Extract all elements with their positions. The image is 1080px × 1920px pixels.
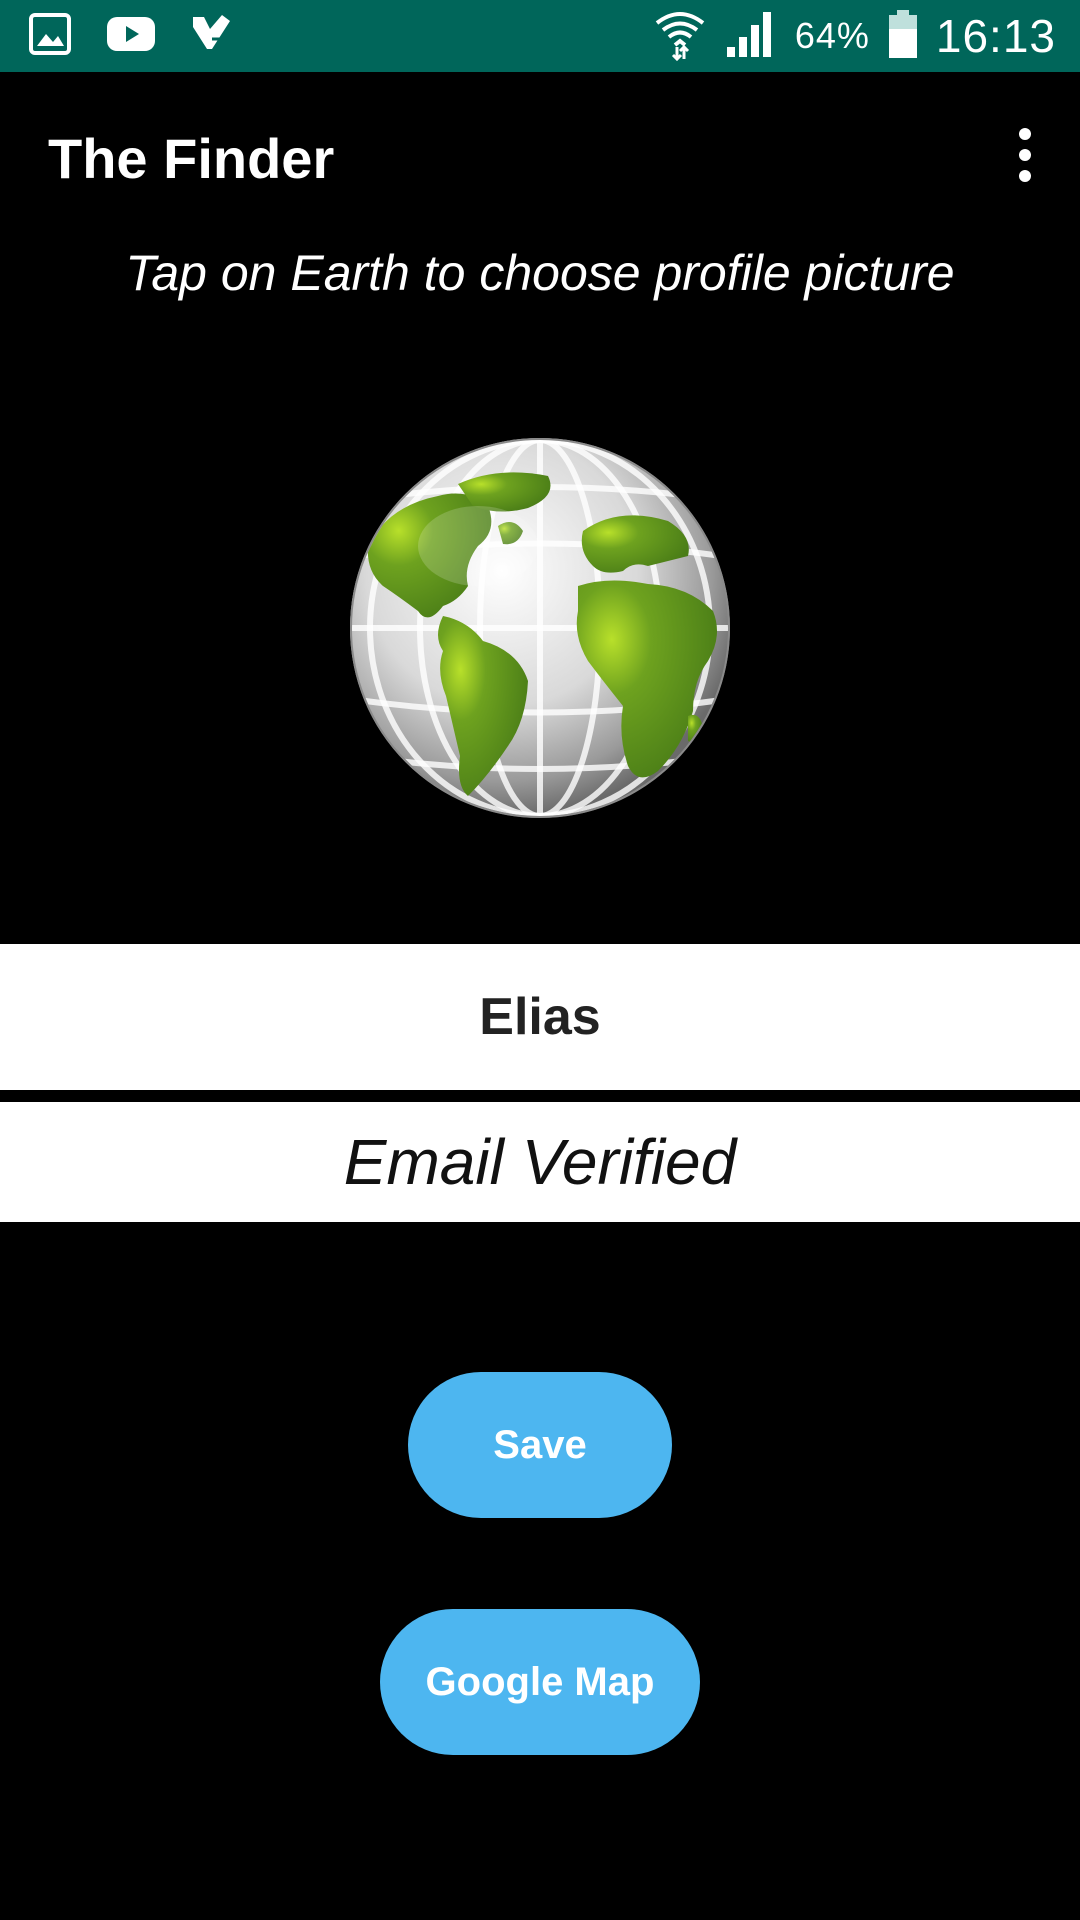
status-bar: 64% 16:13 xyxy=(0,0,1080,72)
battery-percent: 64% xyxy=(794,15,870,56)
email-status-panel: Email Verified xyxy=(0,1102,1080,1222)
notification-icons xyxy=(28,12,232,60)
battery-icon xyxy=(888,9,918,64)
overflow-menu-icon[interactable] xyxy=(1000,120,1050,190)
google-map-button[interactable]: Google Map xyxy=(380,1609,700,1755)
wifi-icon xyxy=(653,7,707,66)
name-panel: Elias xyxy=(0,944,1080,1090)
app-bar: The Finder xyxy=(0,72,1080,242)
gallery-icon xyxy=(28,12,72,61)
clock: 16:13 xyxy=(935,10,1056,62)
profile-picture-instruction: Tap on Earth to choose profile picture xyxy=(125,245,955,301)
globe-icon[interactable] xyxy=(348,436,732,820)
menu-dot xyxy=(1019,149,1031,161)
signal-icon xyxy=(725,9,777,64)
tasks-icon xyxy=(190,13,232,60)
divider xyxy=(0,1090,1080,1102)
email-status: Email Verified xyxy=(343,1126,737,1198)
user-name: Elias xyxy=(479,988,601,1046)
menu-dot xyxy=(1019,170,1031,182)
app-title: The Finder xyxy=(48,127,335,190)
save-button[interactable]: Save xyxy=(408,1372,672,1518)
youtube-icon xyxy=(106,14,156,59)
system-icons: 64% 16:13 xyxy=(653,0,1056,72)
menu-dot xyxy=(1019,128,1031,140)
